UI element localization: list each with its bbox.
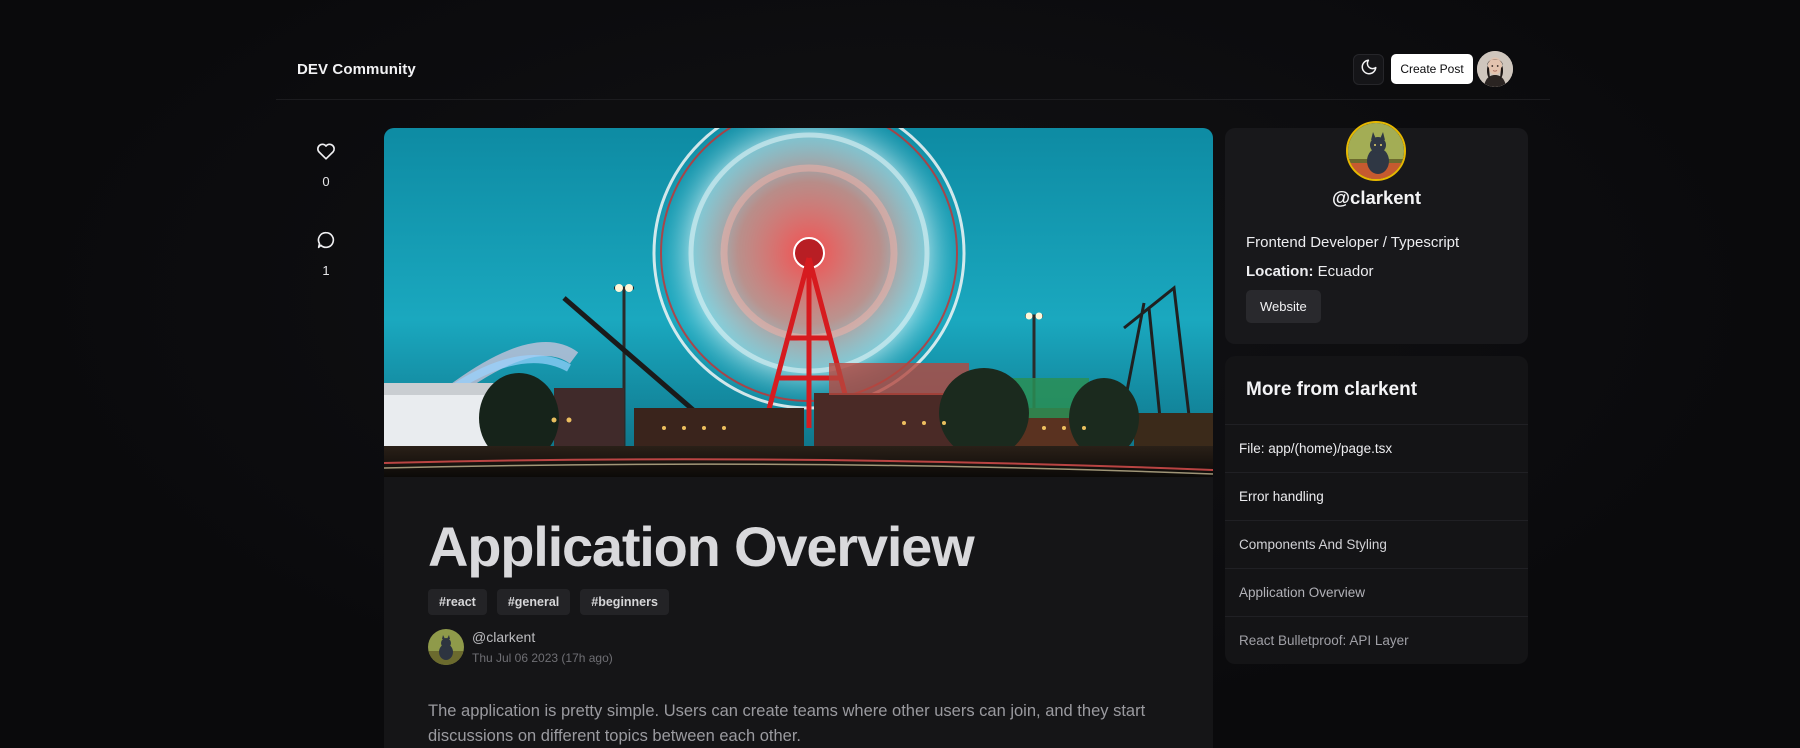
page: DEV Community Create Post 0 1 Applicatio… — [0, 0, 1800, 748]
more-from-item[interactable]: Error handling — [1225, 473, 1528, 521]
comment-reaction[interactable]: 1 — [306, 229, 346, 278]
tag-general[interactable]: #general — [496, 589, 571, 615]
profile-avatar[interactable] — [1346, 121, 1406, 181]
tag-beginners[interactable]: #beginners — [580, 589, 669, 615]
post-date: Thu Jul 06 2023 (17h ago) — [472, 651, 613, 665]
user-avatar[interactable] — [1477, 51, 1513, 87]
tag-react[interactable]: #react — [428, 589, 487, 615]
cover-image — [384, 128, 1213, 477]
more-from-card: More from clarkent File: app/(home)/page… — [1225, 356, 1528, 664]
like-reaction[interactable]: 0 — [306, 140, 346, 189]
more-from-item[interactable]: Application Overview — [1225, 569, 1528, 617]
more-from-title: More from clarkent — [1225, 356, 1528, 425]
more-from-item[interactable]: File: app/(home)/page.tsx — [1225, 425, 1528, 473]
reaction-rail: 0 1 — [306, 140, 346, 278]
author-byline: @clarkent Thu Jul 06 2023 (17h ago) — [428, 629, 1169, 665]
top-nav: DEV Community Create Post — [276, 50, 1550, 100]
author-avatar[interactable] — [428, 629, 464, 665]
article-body: Application Overview #react #general #be… — [384, 519, 1213, 748]
location-label: Location: — [1246, 263, 1314, 280]
more-from-item[interactable]: React Bulletproof: API Layer — [1225, 617, 1528, 664]
author-meta: @clarkent Thu Jul 06 2023 (17h ago) — [472, 629, 613, 665]
like-count: 0 — [322, 174, 330, 189]
theme-toggle-button[interactable] — [1353, 54, 1384, 85]
profile-bio: Frontend Developer / Typescript — [1246, 234, 1460, 251]
article-title: Application Overview — [428, 515, 975, 578]
profile-location: Location: Ecuador — [1246, 263, 1374, 280]
author-handle[interactable]: @clarkent — [472, 629, 613, 645]
heart-icon[interactable] — [315, 140, 337, 167]
article-intro: The application is pretty simple. Users … — [428, 702, 1146, 745]
moon-icon — [1360, 58, 1378, 81]
article-card: Application Overview #react #general #be… — [384, 128, 1213, 748]
location-value: Ecuador — [1317, 263, 1374, 280]
comment-icon[interactable] — [315, 229, 337, 256]
brand-logo[interactable]: DEV Community — [297, 61, 416, 78]
comment-count: 1 — [322, 263, 330, 278]
profile-handle[interactable]: @clarkent — [1225, 187, 1528, 209]
tag-list: #react #general #beginners — [428, 589, 1169, 615]
create-post-button[interactable]: Create Post — [1391, 54, 1473, 84]
more-from-item[interactable]: Components And Styling — [1225, 521, 1528, 569]
author-profile-card: @clarkent Frontend Developer / Typescrip… — [1225, 121, 1528, 344]
website-button[interactable]: Website — [1246, 290, 1321, 323]
